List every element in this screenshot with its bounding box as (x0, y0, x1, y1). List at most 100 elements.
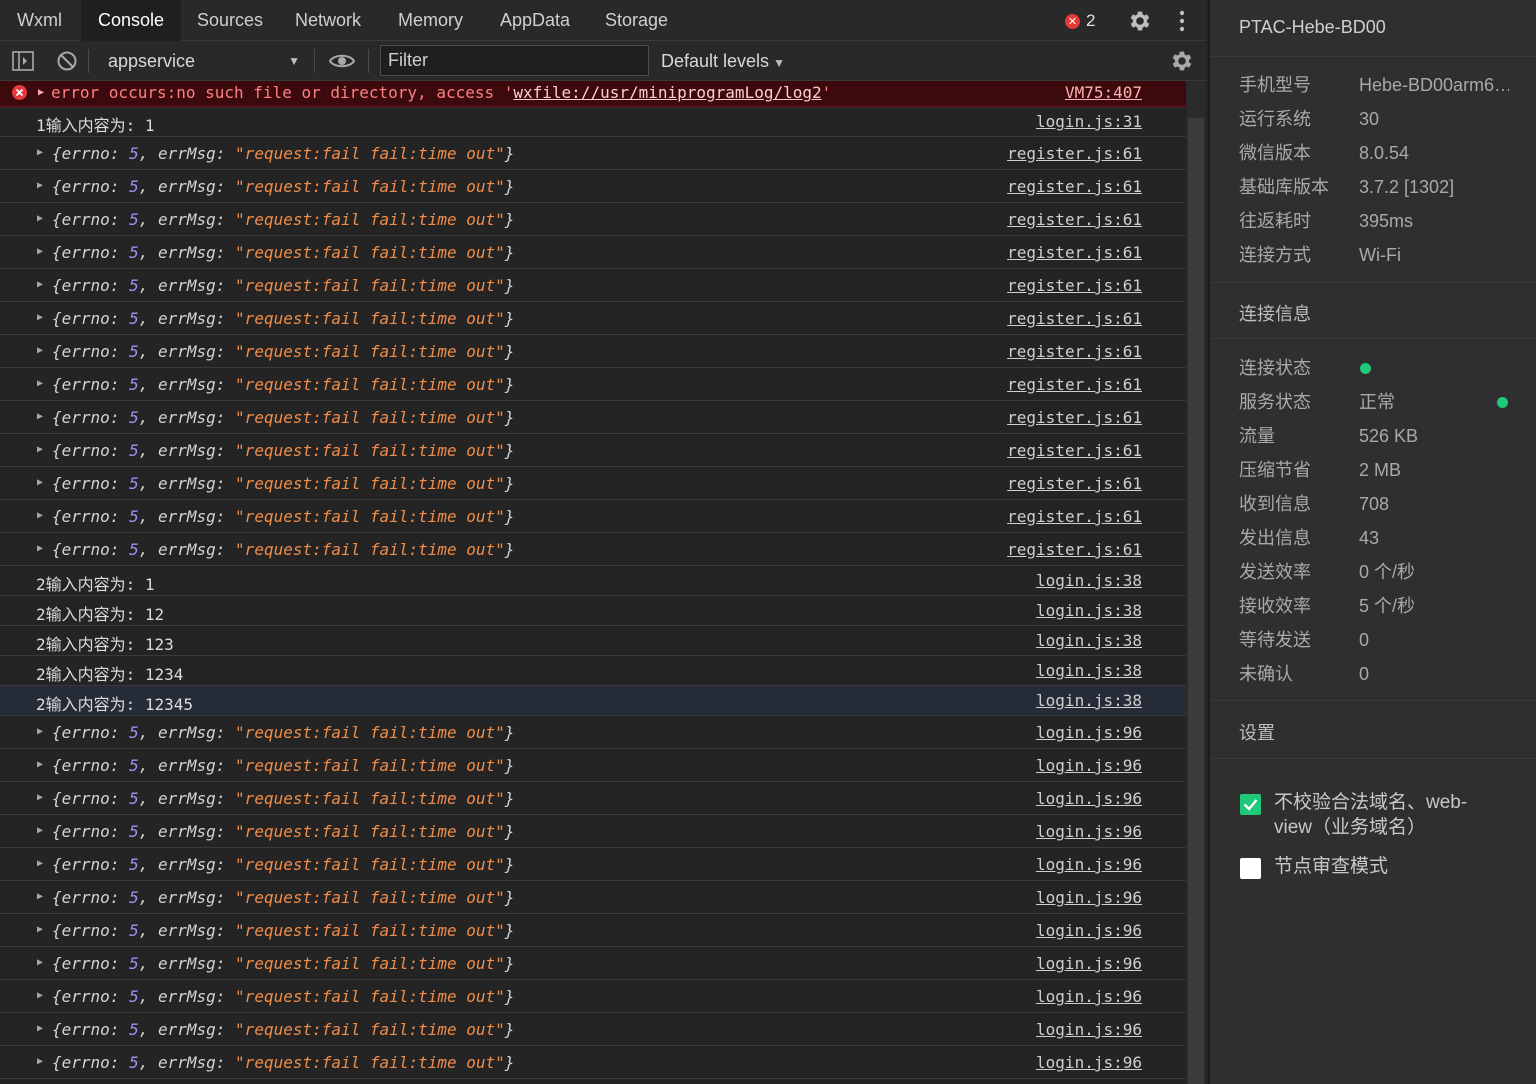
expand-arrow-icon[interactable]: ▶ (37, 147, 43, 158)
console-log-row[interactable]: ▶ {errno: 5, errMsg: "request:fail fail:t… (0, 815, 1186, 848)
source-link[interactable]: login.js:96 (1036, 987, 1142, 1006)
console-log-row[interactable]: 2输入内容为: 123 login.js:38 (0, 626, 1186, 656)
console-log-row[interactable]: ▶ {errno: 5, errMsg: "request:fail fail:t… (0, 170, 1186, 203)
source-link[interactable]: login.js:96 (1036, 789, 1142, 808)
console-log-row[interactable]: 2输入内容为: 12 login.js:38 (0, 596, 1186, 626)
more-options-icon[interactable] (1172, 8, 1192, 34)
source-link[interactable]: login.js:96 (1036, 723, 1142, 742)
expand-arrow-icon[interactable]: ▶ (37, 726, 43, 737)
source-link[interactable]: register.js:61 (1007, 441, 1142, 460)
console-log-row[interactable]: 1输入内容为: 1 login.js:31 (0, 107, 1186, 137)
console-log-row[interactable]: ▶ {errno: 5, errMsg: "request:fail fail:t… (0, 914, 1186, 947)
source-link[interactable]: login.js:38 (1036, 661, 1142, 680)
source-link[interactable]: login.js:96 (1036, 756, 1142, 775)
console-log-row[interactable]: ▶ {errno: 5, errMsg: "request:fail fail:t… (0, 1013, 1186, 1046)
console-log-row[interactable]: ▶ {errno: 5, errMsg: "request:fail fail:t… (0, 881, 1186, 914)
source-link[interactable]: login.js:96 (1036, 855, 1142, 874)
console-log-row[interactable]: 2输入内容为: 12345 login.js:38 (0, 686, 1186, 716)
console-log-row[interactable]: 2输入内容为: 1 login.js:38 (0, 566, 1186, 596)
console-log-row[interactable]: ▶ {errno: 5, errMsg: "request:fail fail:t… (0, 467, 1186, 500)
console-log-row[interactable]: ▶ {errno: 5, errMsg: "request:fail fail:t… (0, 782, 1186, 815)
console-log-row[interactable]: ▶ {errno: 5, errMsg: "request:fail fail:t… (0, 716, 1186, 749)
expand-arrow-icon[interactable]: ▶ (37, 411, 43, 422)
log-levels-select[interactable]: Default levels ▼ (661, 47, 785, 75)
sidebar-toggle-icon[interactable] (12, 51, 34, 71)
console-error-row[interactable]: ▶ error occurs:no such file or directory… (0, 81, 1186, 107)
checkbox-checked[interactable] (1240, 794, 1261, 815)
expand-arrow-icon[interactable]: ▶ (37, 213, 43, 224)
tab-network[interactable]: Network (278, 0, 378, 41)
source-link[interactable]: login.js:38 (1036, 571, 1142, 590)
expand-arrow-icon[interactable]: ▶ (37, 990, 43, 1001)
filter-input[interactable] (380, 45, 649, 76)
console-log-row[interactable]: ▶ {errno: 5, errMsg: "request:fail fail:t… (0, 302, 1186, 335)
source-link[interactable]: register.js:61 (1007, 210, 1142, 229)
expand-arrow-icon[interactable]: ▶ (37, 510, 43, 521)
expand-arrow-icon[interactable]: ▶ (37, 477, 43, 488)
expand-arrow-icon[interactable]: ▶ (37, 1023, 43, 1034)
clear-console-icon[interactable] (56, 50, 78, 72)
console-log-row[interactable]: ▶ {errno: 5, errMsg: "request:fail fail:t… (0, 401, 1186, 434)
expand-arrow-icon[interactable]: ▶ (37, 759, 43, 770)
console-log-row[interactable]: ▶ {errno: 5, errMsg: "request:fail fail:t… (0, 335, 1186, 368)
expand-arrow-icon[interactable]: ▶ (38, 87, 44, 98)
expand-arrow-icon[interactable]: ▶ (37, 1056, 43, 1067)
tab-console[interactable]: Console (81, 0, 182, 41)
expand-arrow-icon[interactable]: ▶ (37, 792, 43, 803)
source-link[interactable]: register.js:61 (1007, 309, 1142, 328)
expand-arrow-icon[interactable]: ▶ (37, 180, 43, 191)
source-link[interactable]: login.js:96 (1036, 822, 1142, 841)
expand-arrow-icon[interactable]: ▶ (37, 891, 43, 902)
source-link[interactable]: login.js:38 (1036, 691, 1142, 710)
setting-label[interactable]: 不校验合法域名、web-view（业务域名） (1274, 790, 1504, 840)
source-link[interactable]: login.js:96 (1036, 1020, 1142, 1039)
expand-arrow-icon[interactable]: ▶ (37, 924, 43, 935)
eye-icon[interactable] (329, 52, 355, 70)
console-log-row[interactable]: ▶ {errno: 5, errMsg: "request:fail fail:t… (0, 533, 1186, 566)
source-link[interactable]: register.js:61 (1007, 540, 1142, 559)
source-link[interactable]: login.js:96 (1036, 954, 1142, 973)
tab-appdata[interactable]: AppData (483, 0, 587, 41)
source-link[interactable]: register.js:61 (1007, 342, 1142, 361)
source-link[interactable]: VM75:407 (1065, 83, 1142, 102)
expand-arrow-icon[interactable]: ▶ (37, 858, 43, 869)
expand-arrow-icon[interactable]: ▶ (37, 444, 43, 455)
console-log-row[interactable]: ▶ {errno: 5, errMsg: "request:fail fail:t… (0, 749, 1186, 782)
expand-arrow-icon[interactable]: ▶ (37, 246, 43, 257)
console-log-row[interactable]: ▶ {errno: 5, errMsg: "request:fail fail:t… (0, 137, 1186, 170)
tab-wxml[interactable]: Wxml (0, 0, 79, 41)
source-link[interactable]: register.js:61 (1007, 474, 1142, 493)
context-select[interactable]: appservice ▼ (98, 47, 306, 75)
source-link[interactable]: login.js:96 (1036, 888, 1142, 907)
setting-label[interactable]: 节点审查模式 (1274, 854, 1504, 879)
console-log-row[interactable]: ▶ {errno: 5, errMsg: "request:fail fail:t… (0, 368, 1186, 401)
source-link[interactable]: register.js:61 (1007, 507, 1142, 526)
error-count-badge[interactable]: ✕ 2 (1065, 11, 1095, 31)
expand-arrow-icon[interactable]: ▶ (37, 957, 43, 968)
console-log-row[interactable]: ▶ {errno: 5, errMsg: "request:fail fail:t… (0, 236, 1186, 269)
source-link[interactable]: login.js:38 (1036, 631, 1142, 650)
source-link[interactable]: register.js:61 (1007, 375, 1142, 394)
source-link[interactable]: register.js:61 (1007, 144, 1142, 163)
expand-arrow-icon[interactable]: ▶ (37, 378, 43, 389)
console-log-row[interactable]: 2输入内容为: 1234 login.js:38 (0, 656, 1186, 686)
console-log-row[interactable]: ▶ {errno: 5, errMsg: "request:fail fail:t… (0, 500, 1186, 533)
console-log-row[interactable]: ▶ {errno: 5, errMsg: "request:fail fail:t… (0, 269, 1186, 302)
console-log-row[interactable]: ▶ {errno: 5, errMsg: "request:fail fail:t… (0, 980, 1186, 1013)
expand-arrow-icon[interactable]: ▶ (37, 543, 43, 554)
scrollbar-thumb[interactable] (1188, 118, 1204, 1084)
tab-sources[interactable]: Sources (180, 0, 280, 41)
expand-arrow-icon[interactable]: ▶ (37, 312, 43, 323)
source-link[interactable]: login.js:38 (1036, 601, 1142, 620)
expand-arrow-icon[interactable]: ▶ (37, 279, 43, 290)
source-link[interactable]: register.js:61 (1007, 177, 1142, 196)
checkbox-unchecked[interactable] (1240, 858, 1261, 879)
source-link[interactable]: login.js:96 (1036, 921, 1142, 940)
source-link[interactable]: register.js:61 (1007, 276, 1142, 295)
tab-storage[interactable]: Storage (588, 0, 685, 41)
console-settings-gear-icon[interactable] (1169, 48, 1195, 74)
expand-arrow-icon[interactable]: ▶ (37, 345, 43, 356)
source-link[interactable]: login.js:31 (1036, 112, 1142, 131)
source-link[interactable]: register.js:61 (1007, 243, 1142, 262)
console-log-row[interactable]: ▶ {errno: 5, errMsg: "request:fail fail:t… (0, 203, 1186, 236)
